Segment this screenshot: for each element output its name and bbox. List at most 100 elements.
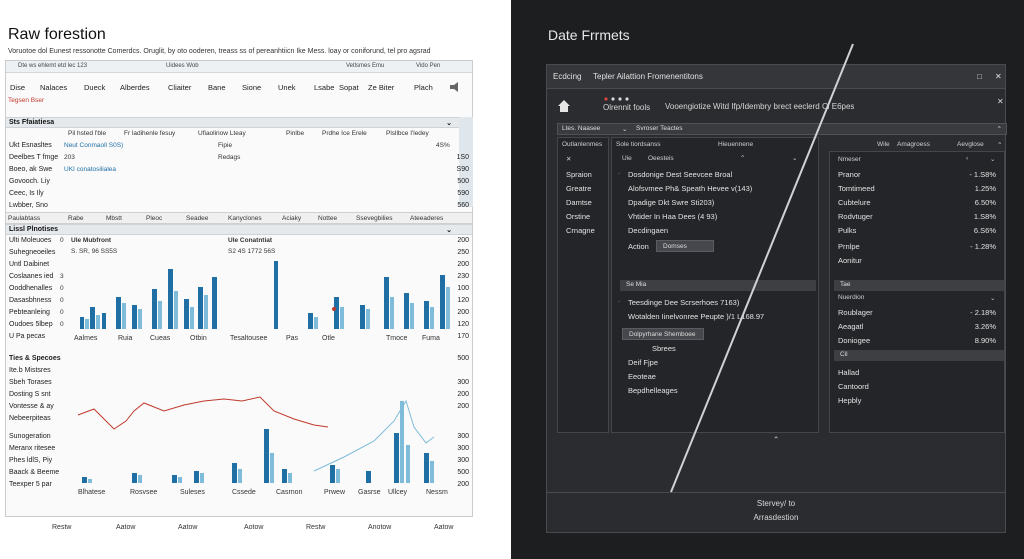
bar [274,261,278,329]
row-label: Lwbber, Sno [9,202,48,209]
axis-tick: 0 [60,237,64,244]
screen-root: Raw forestion Voruotoe dol Eunest resson… [0,0,1024,559]
toolbar-item[interactable]: Vetlsmes Emu [346,63,384,69]
tab[interactable]: Ateeaderes [410,215,443,222]
cell-value: Fipie [218,142,233,149]
row-number: 1S0 [456,154,469,161]
section-header[interactable]: Lissl Plnotises ⌄ [6,224,472,235]
bar [308,313,313,329]
tab[interactable]: Pleoc [146,215,162,222]
bar [132,473,137,483]
x-tick-label: Gasrse [358,489,381,496]
bar [198,287,203,329]
x-tick-label: Ruia [118,335,133,342]
chart1-x-labels: Aalmes Ruia Cueas Otbin Tesaltousee Pas … [6,335,472,345]
bar [334,297,339,329]
cell-link[interactable]: Neut Conmaoll S0S) [64,142,123,149]
tab[interactable]: Rabe [68,215,84,222]
column-header[interactable]: Pil hsted l'ble [68,130,106,137]
bar [178,477,182,483]
section-header[interactable]: Sts Ffaiatiesa ⌄ [6,117,472,128]
chart2-x-labels: Blhatese Rosvsee Suleses Cssede Casrnon … [6,489,472,499]
row-number: 300 [457,433,469,440]
column-header[interactable]: Plsllbce I'ledey [386,130,429,137]
axis-tick: 3 [60,273,64,280]
bar [212,277,217,329]
x-tick-label: Tesaltousee [230,335,268,342]
row-label: Suhegneoeiles [9,249,56,256]
menu-item[interactable]: Plach [414,83,433,92]
cell-value: Redags [218,154,241,161]
bar [330,465,335,483]
menu-item[interactable]: Lsabe [314,83,334,92]
tab[interactable]: Mbstt [106,215,122,222]
axis-tick: 0 [60,285,64,292]
column-header[interactable]: Ufiaolinow Lteay [198,130,246,137]
column-header[interactable]: Fr ladihenle fesuy [124,130,175,137]
row-number: 250 [457,249,469,256]
column-header[interactable]: Prdhe Ice Erele [322,130,367,137]
menu-item[interactable]: Alberdes [120,83,150,92]
menu-item[interactable]: Sopat [339,83,359,92]
row-label: Dosting S snt [9,391,51,398]
chevron-down-icon[interactable]: ⌄ [446,226,452,234]
tab[interactable]: Aciaky [282,215,301,222]
menu-item[interactable]: Nalaces [40,83,67,92]
menu-item[interactable]: Sione [242,83,261,92]
section-title: Lissl Plnotises [9,226,59,233]
row-label: Phes ldlS, Piy [9,457,53,464]
row-label: Untl Daibinet [9,261,50,268]
menu-item[interactable]: Bane [208,83,226,92]
bar [194,471,199,483]
bottom-label: Restw [306,524,326,531]
chevron-down-icon[interactable]: ⌄ [446,119,452,127]
tab[interactable]: Seadee [186,215,208,222]
bar [168,269,173,329]
x-tick-label: Suleses [180,489,205,496]
bar [80,317,84,329]
bar [400,401,404,483]
toolbar-item[interactable]: Vido Pen [416,63,440,69]
menu-item[interactable]: Cliaiter [168,83,191,92]
filter-label[interactable]: Tegsen Bser [8,97,44,104]
legend-sub: S. SR, 96 SS5S [71,248,118,255]
cell-link[interactable]: UKI conatosilialea [64,166,116,173]
x-tick-label: Rosvsee [130,489,158,496]
percent-value: 4S% [436,142,450,149]
bar [102,313,106,329]
bar [204,295,208,329]
row-label: Coslaanes ied [9,273,54,280]
bar [200,473,204,483]
row-number: 560 [457,202,469,209]
row-label: Vontesse & ay [9,403,54,410]
row-number: 300 [457,457,469,464]
bottom-label: Aatow [434,524,454,531]
x-tick-label: Cssede [232,489,256,496]
speaker-icon[interactable] [449,81,461,93]
bar [384,277,389,329]
row-number: 300 [457,445,469,452]
tab[interactable]: Ssevegbilies [356,215,393,222]
bar [410,303,414,329]
tab[interactable]: Kanyclones [228,215,262,222]
toolbar-item[interactable]: Uidees Wob [166,63,199,69]
tab[interactable]: Nottee [318,215,337,222]
menu-item[interactable]: Unek [278,83,296,92]
x-tick-label: Fuma [422,335,440,342]
row-number: 230 [457,273,469,280]
bar [440,275,445,329]
toolbar-item[interactable]: Dte ws ehlemt etd lec 123 [18,63,87,69]
column-header[interactable]: Pinlbe [286,130,304,137]
row-number: 500 [457,355,469,362]
x-tick-label: Pas [286,335,299,342]
menu-item[interactable]: Dise [10,83,25,92]
line-series [313,399,435,472]
x-tick-label: Cueas [150,335,171,342]
menu-item[interactable]: Dueck [84,83,105,92]
bar [172,475,177,483]
left-panel: Raw forestion Voruotoe dol Eunest resson… [0,0,511,559]
row-number: 120 [457,321,469,328]
tab[interactable]: Paulabtass [8,215,40,222]
diagonal-divider-line [670,43,854,493]
menu-item[interactable]: Ze Biter [368,83,394,92]
